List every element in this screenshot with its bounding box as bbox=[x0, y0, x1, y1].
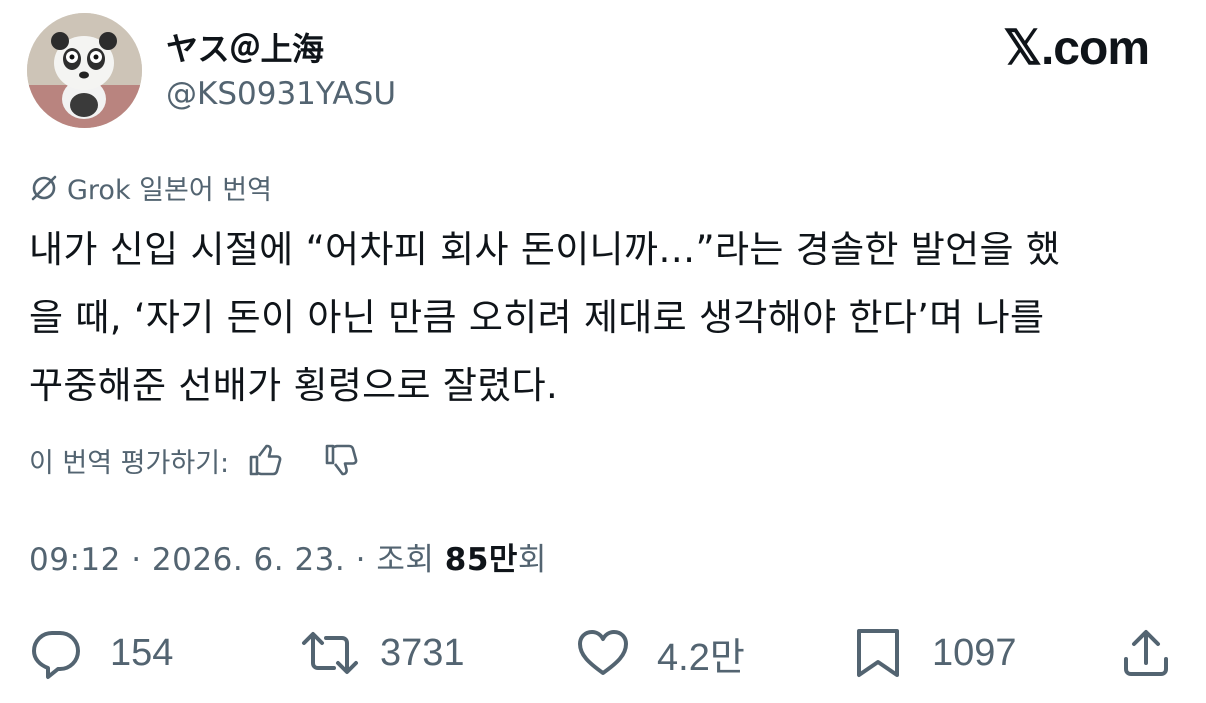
translation-label-text: Grok 일본어 번역 bbox=[67, 175, 272, 206]
meta-separator: · bbox=[131, 542, 142, 578]
reply-button[interactable]: 154 bbox=[28, 618, 173, 688]
rate-translation: 이 번역 평가하기: bbox=[29, 440, 361, 480]
share-button[interactable] bbox=[1118, 618, 1174, 688]
reply-icon bbox=[28, 625, 84, 681]
user-handle[interactable]: @KS0931YASU bbox=[166, 76, 396, 112]
meta-separator: · bbox=[355, 542, 366, 578]
reply-count: 154 bbox=[110, 631, 174, 674]
heart-icon bbox=[575, 625, 631, 681]
thumbs-up-icon[interactable] bbox=[245, 440, 285, 480]
tweet-date[interactable]: 2026. 6. 23. bbox=[152, 542, 345, 578]
bookmark-button[interactable]: 1097 bbox=[850, 618, 1017, 688]
views-prefix: 조회 bbox=[376, 542, 435, 578]
views-suffix: 회 bbox=[517, 542, 547, 578]
grok-icon bbox=[29, 173, 59, 203]
share-icon bbox=[1118, 625, 1174, 681]
tweet-meta: 09:12 · 2026. 6. 23. · 조회 85만회 bbox=[29, 534, 547, 579]
translation-label: Grok 일본어 번역 bbox=[29, 168, 272, 207]
retweet-count: 3731 bbox=[380, 631, 465, 674]
thumbs-down-icon[interactable] bbox=[321, 440, 361, 480]
tweet-line: 꾸중해준 선배가 횡령으로 잘렸다. bbox=[29, 364, 559, 407]
rate-translation-label: 이 번역 평가하기: bbox=[29, 447, 230, 479]
display-name[interactable]: ヤス＠上海 bbox=[166, 24, 324, 70]
action-bar: 154 3731 4.2만 1097 bbox=[28, 618, 1178, 688]
tweet-line: 내가 신입 시절에 “어차피 회사 돈이니까…”라는 경솔한 발언을 했 bbox=[29, 228, 1061, 271]
bookmark-icon bbox=[850, 625, 906, 681]
retweet-button[interactable]: 3731 bbox=[298, 618, 465, 688]
tweet-text: 내가 신입 시절에 “어차피 회사 돈이니까…”라는 경솔한 발언을 했 을 때… bbox=[29, 216, 1179, 420]
site-logo: 𝕏.com bbox=[1003, 22, 1150, 75]
retweet-icon bbox=[298, 625, 358, 681]
bookmark-count: 1097 bbox=[932, 631, 1017, 674]
tweet-time[interactable]: 09:12 bbox=[29, 542, 121, 578]
tweet-line: 을 때, ‘자기 돈이 아닌 만큼 오히려 제대로 생각해야 한다’며 나를 bbox=[29, 296, 1045, 339]
avatar[interactable] bbox=[27, 13, 142, 128]
views-count: 85만 bbox=[444, 542, 518, 578]
panda-avatar-image bbox=[27, 13, 142, 128]
like-button[interactable]: 4.2만 bbox=[575, 618, 745, 688]
like-count: 4.2만 bbox=[657, 636, 745, 679]
